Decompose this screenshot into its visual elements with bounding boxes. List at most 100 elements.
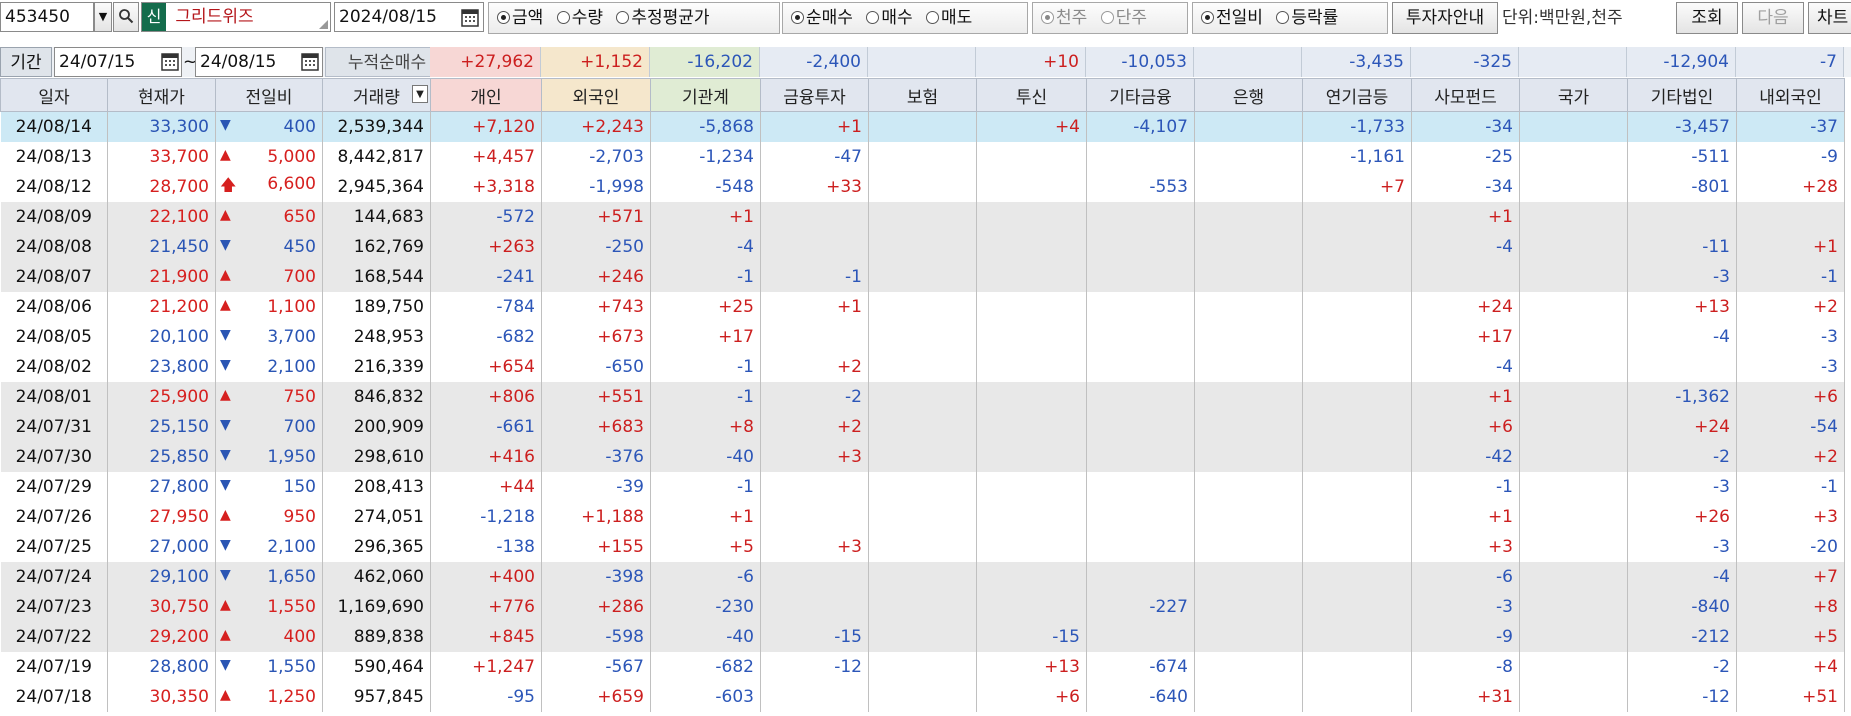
change-cell: ▲ 950 xyxy=(215,502,323,532)
investor-value-cell: -3 xyxy=(1411,592,1520,622)
table-row[interactable]: 24/07/26 27,950 ▲ 950 274,051 -1,218 +1,188 +1 +… xyxy=(0,502,1845,532)
investor-value-cell xyxy=(1194,472,1303,502)
radio-sell-label: 매도 xyxy=(941,8,973,28)
column-header[interactable]: 은행 xyxy=(1194,78,1303,112)
radio-buy[interactable]: 매수 xyxy=(866,3,913,33)
stock-name-field[interactable]: 신 그리드위즈 xyxy=(141,2,331,32)
price-cell: 27,950 xyxy=(107,502,216,532)
radio-sell[interactable]: 매도 xyxy=(926,3,972,33)
table-row[interactable]: 24/07/29 27,800 ▼ 150 208,413 +44 -39 -1 -1 -3 -1 xyxy=(0,472,1845,502)
table-row[interactable]: 24/07/30 25,850 ▼ 1,950 298,610 +416 -376 -40 +3… xyxy=(0,442,1845,472)
down-triangle-icon: ▼ xyxy=(220,237,231,253)
column-header[interactable]: 거래량 ▼ xyxy=(322,78,431,112)
investor-value-cell xyxy=(1519,562,1628,592)
table-row[interactable]: 24/07/19 28,800 ▼ 1,550 590,464 +1,247 -567 -68… xyxy=(0,652,1845,682)
change-cell: ▼ 400 xyxy=(215,111,323,142)
table-row[interactable]: 24/08/05 20,100 ▼ 3,700 248,953 -682 +673 +17 +1… xyxy=(0,322,1845,352)
up-triangle-icon: ▲ xyxy=(220,147,231,163)
investor-value-cell: -3 xyxy=(1736,322,1845,352)
cumulative-sum-cell: -7 xyxy=(1736,47,1844,77)
table-row[interactable]: 24/08/09 22,100 ▲ 650 144,683 -572 +571 +1 +1 xyxy=(0,202,1845,232)
calendar-icon[interactable] xyxy=(460,7,480,29)
column-header[interactable]: 기관계 xyxy=(650,78,761,112)
chart-button[interactable]: 차트 xyxy=(1808,2,1851,34)
investor-value-cell: +3 xyxy=(1411,532,1520,562)
investor-info-button[interactable]: 투자자안내 xyxy=(1392,2,1498,34)
table-row[interactable]: 24/08/02 23,800 ▼ 2,100 216,339 +654 -650 -1 +2 -… xyxy=(0,352,1845,382)
column-header[interactable]: 투신 xyxy=(976,78,1087,112)
radio-single-shares[interactable]: 단주 xyxy=(1100,3,1147,33)
investor-value-cell xyxy=(976,232,1087,262)
change-value: 450 xyxy=(283,237,316,257)
investor-value-cell: -15 xyxy=(760,622,869,652)
table-row[interactable]: 24/08/12 28,700 🡅 6,600 2,945,364 +3,318 -1,99… xyxy=(0,172,1845,202)
investor-value-cell: +654 xyxy=(430,352,542,382)
investor-value-cell: +3,318 xyxy=(430,172,542,202)
table-row[interactable]: 24/07/25 27,000 ▼ 2,100 296,365 -138 +155 +5 +3 +… xyxy=(0,532,1845,562)
radio-thousand-shares[interactable]: 천주 xyxy=(1041,3,1087,33)
table-row[interactable]: 24/07/22 29,200 ▲ 400 889,838 +845 -598 -40 -15-… xyxy=(0,622,1845,652)
investor-value-cell: -47 xyxy=(760,142,869,172)
radio-change-rate[interactable]: 등락률 xyxy=(1276,3,1338,33)
search-code-button[interactable] xyxy=(113,2,139,32)
column-header[interactable]: 기타법인 xyxy=(1627,78,1737,112)
search-button[interactable]: 조회 xyxy=(1676,2,1738,34)
code-dropdown-button[interactable]: ▼ xyxy=(94,2,112,32)
radio-amount[interactable]: 금액 xyxy=(497,3,543,33)
radio-checked-icon xyxy=(791,10,804,24)
stock-code-input[interactable]: 453450 xyxy=(0,2,94,32)
calendar-icon[interactable] xyxy=(160,51,180,73)
investor-value-cell xyxy=(1086,472,1195,502)
column-header[interactable]: 국가 xyxy=(1519,78,1628,112)
radio-prev-day[interactable]: 전일비 xyxy=(1201,3,1263,33)
investor-value-cell: -1 xyxy=(650,382,761,412)
column-header[interactable]: 현재가 xyxy=(107,78,216,112)
column-header[interactable]: 전일비 xyxy=(215,78,323,112)
sort-dropdown-icon[interactable]: ▼ xyxy=(412,85,428,103)
radio-unchecked-icon xyxy=(616,10,630,24)
column-header[interactable]: 개인 xyxy=(430,78,542,112)
column-header[interactable]: 내외국인 xyxy=(1736,78,1845,112)
up-triangle-icon: ▲ xyxy=(220,687,231,703)
investor-value-cell xyxy=(976,322,1087,352)
column-header[interactable]: 기타금융 xyxy=(1086,78,1195,112)
investor-value-cell xyxy=(868,442,977,472)
column-header[interactable]: 외국인 xyxy=(541,78,651,112)
table-row[interactable]: 24/08/06 21,200 ▲ 1,100 189,750 -784 +743 +25 +1… xyxy=(0,292,1845,322)
column-header[interactable]: 연기금등 xyxy=(1302,78,1412,112)
next-button[interactable]: 다음 xyxy=(1742,2,1804,34)
investor-value-cell xyxy=(868,652,977,682)
calendar-icon[interactable] xyxy=(300,51,320,73)
column-header[interactable]: 보험 xyxy=(868,78,977,112)
investor-value-cell xyxy=(1194,382,1303,412)
table-row[interactable]: 24/08/14 33,300 ▼ 400 2,539,344 +7,120 +2,243-… xyxy=(0,111,1845,142)
table-row[interactable]: 24/07/31 25,150 ▼ 700 200,909 -661 +683 +8 +2 +6 +… xyxy=(0,412,1845,442)
column-header[interactable]: 금융투자 xyxy=(760,78,869,112)
investor-value-cell xyxy=(1194,232,1303,262)
table-row[interactable]: 24/08/07 21,900 ▲ 700 168,544 -241 +246 -1 -1 -3-… xyxy=(0,262,1845,292)
investor-value-cell xyxy=(1519,322,1628,352)
investor-value-cell: -11 xyxy=(1627,232,1737,262)
table-row[interactable]: 24/07/23 30,750 ▲ 1,550 1,169,690 +776 +286 -23… xyxy=(0,592,1845,622)
table-row[interactable]: 24/08/08 21,450 ▼ 450 162,769 +263 -250 -4 -4 -11… xyxy=(0,232,1845,262)
column-header[interactable]: 일자 xyxy=(0,78,108,112)
radio-unchecked-icon xyxy=(1276,10,1290,24)
investor-value-cell xyxy=(868,472,977,502)
table-row[interactable]: 24/08/01 25,900 ▲ 750 846,832 +806 +551 -1 -2 +1 -… xyxy=(0,382,1845,412)
table-row[interactable]: 24/07/24 29,100 ▼ 1,650 462,060 +400 -398 -6 -6-… xyxy=(0,562,1845,592)
up-triangle-icon: ▲ xyxy=(220,267,231,283)
investor-value-cell: +5 xyxy=(1736,622,1845,652)
table-row[interactable]: 24/08/13 33,700 ▲ 5,000 8,442,817 +4,457 -2,70… xyxy=(0,142,1845,172)
investor-value-cell: -241 xyxy=(430,262,542,292)
investor-value-cell xyxy=(760,502,869,532)
investor-value-cell xyxy=(1627,352,1737,382)
date-cell: 24/08/02 xyxy=(0,352,108,382)
column-header[interactable]: 사모펀드 xyxy=(1411,78,1520,112)
radio-net-buy[interactable]: 순매수 xyxy=(791,3,853,33)
volume-cell: 274,051 xyxy=(322,502,431,532)
price-cell: 25,150 xyxy=(107,412,216,442)
investor-value-cell: +2,243 xyxy=(541,111,651,142)
radio-quantity[interactable]: 수량 xyxy=(556,3,603,33)
table-row[interactable]: 24/07/18 30,350 ▲ 1,250 957,845 -95 +659 -603 +6… xyxy=(0,682,1845,712)
radio-avg-price[interactable]: 추정평균가 xyxy=(616,3,710,33)
